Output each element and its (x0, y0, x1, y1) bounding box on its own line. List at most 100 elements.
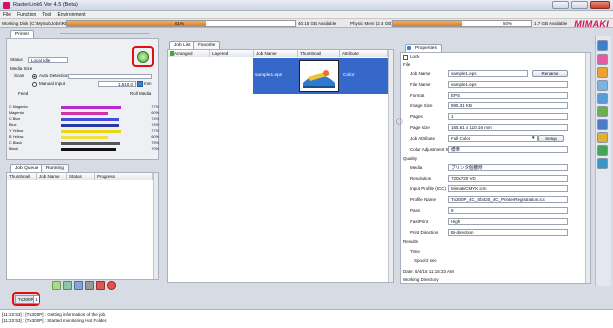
lock-checkbox[interactable] (403, 55, 408, 60)
properties-icon (407, 46, 411, 50)
tab-printer[interactable]: Printer (10, 30, 35, 38)
joblist-scrollbar[interactable] (388, 50, 393, 282)
spool-value: 2 sec (426, 258, 437, 263)
arranged-icon (170, 51, 174, 56)
job-name-field[interactable]: sample1.eps (448, 70, 528, 77)
minimize-button[interactable] (552, 1, 569, 9)
image-tool-icon[interactable] (597, 93, 608, 104)
setup-button[interactable]: Setup (538, 135, 564, 142)
menu-function[interactable]: Function (17, 12, 36, 18)
ink-name: C Blue (9, 117, 21, 121)
print-tool-icon[interactable] (597, 80, 608, 91)
maximize-button[interactable] (571, 1, 588, 9)
rename-button[interactable]: Rename (532, 70, 568, 77)
disk-usage-pct: 61% (175, 21, 185, 26)
pages-label: Pages (410, 114, 423, 119)
input-profile-field: MimakiCMYK.icm (448, 185, 568, 192)
tab-job-queue[interactable]: Job Queue (10, 164, 44, 172)
info-tool-icon[interactable] (597, 158, 608, 169)
queue-scrollbar[interactable] (153, 173, 158, 279)
move-icon[interactable] (74, 281, 83, 290)
ink-pct: 75% (151, 141, 159, 145)
pages-field: 1 (448, 113, 568, 120)
cut-tool-icon[interactable] (597, 145, 608, 156)
spin-icon[interactable] (137, 81, 143, 87)
cancel-icon[interactable] (107, 281, 116, 290)
input-profile-label: Input Profile (ICC) (410, 186, 447, 191)
tab-job-list[interactable]: Job List (169, 41, 196, 49)
printer-tab[interactable]: Tx300P 1 (15, 295, 39, 304)
ink-pct: 77% (151, 105, 159, 109)
delete-icon[interactable] (96, 281, 105, 290)
tile-tool-icon[interactable] (597, 106, 608, 117)
refresh-icon[interactable] (137, 51, 149, 63)
lock-label: Lock (410, 54, 420, 59)
col-arranged[interactable]: Arranged (168, 50, 210, 57)
close-button[interactable] (590, 1, 610, 9)
ink-name: C Black (9, 141, 23, 145)
tab-favorite[interactable]: Favorite (193, 41, 221, 49)
collapse-icon[interactable]: ◯ (396, 118, 403, 125)
disk-available: 40.15 GB Available (298, 21, 337, 26)
pause-icon[interactable] (63, 281, 72, 290)
col-layered[interactable]: Layered (210, 50, 254, 57)
pass-label: Pass (410, 208, 421, 213)
fast-print-field: High (448, 218, 568, 225)
manual-width-input[interactable]: 1,610.0 (98, 81, 136, 87)
layout-tool-icon[interactable] (597, 67, 608, 78)
job-row-attribute: Color (343, 73, 355, 78)
job-thumbnail (299, 60, 339, 92)
menu-tool[interactable]: Tool (42, 12, 51, 18)
panel-divider (60, 33, 150, 35)
nesting-tool-icon[interactable] (597, 119, 608, 130)
col-progress[interactable]: Progress (95, 173, 153, 180)
ink-level-bar (61, 129, 122, 133)
job-queue-panel (6, 172, 159, 280)
col-joblist-thumbnail[interactable]: Thumbnail (298, 50, 340, 57)
media-label: Media (410, 165, 423, 170)
window-title: RasterLink6 Ver 4.5 (Beta) (13, 2, 78, 8)
log-line: [11:22:53] : [Tx300P] : Started monitori… (2, 318, 108, 323)
properties-scrollbar[interactable] (585, 53, 590, 283)
col-attribute[interactable]: Attribute (340, 50, 388, 57)
page-size-label: Page size (410, 125, 430, 130)
printer-tab-badge: 1 (33, 296, 39, 303)
memory-usage-pct: 50% (503, 21, 513, 26)
image-size-label: Image Size (410, 103, 433, 108)
col-joblist-name[interactable]: Job Name (254, 50, 298, 57)
unit-label: mm (144, 81, 152, 86)
ink-row: B Yellow 60% (9, 135, 159, 139)
col-status[interactable]: Status (67, 173, 95, 180)
print-direction-field: Bi-direction (448, 229, 568, 236)
col-thumbnail[interactable]: Thumbnail (7, 173, 37, 180)
ink-row: C Black 75% (9, 141, 159, 145)
color-tool-icon[interactable] (597, 54, 608, 65)
job-attribute-select[interactable]: Full Color (448, 135, 538, 142)
ink-row: C Magenta 77% (9, 105, 159, 109)
col-job-name[interactable]: Job Name (37, 173, 67, 180)
menu-bar: File Function Tool Environment (0, 11, 613, 19)
scan-label: Scan (14, 73, 25, 78)
quality-section: Quality (403, 156, 418, 161)
results-section: Results (403, 239, 419, 244)
format-label: Format (410, 93, 425, 98)
chevron-down-icon[interactable]: ▾ (532, 135, 537, 142)
replace-tool-icon[interactable] (597, 132, 608, 143)
menu-file[interactable]: File (3, 12, 11, 18)
menu-environment[interactable]: Environment (57, 12, 85, 18)
scan-width-slider[interactable] (68, 74, 152, 79)
working-directory-line: Working Directory (403, 277, 439, 282)
stop-icon[interactable] (85, 281, 94, 290)
ink-name: Black (9, 147, 19, 151)
memory-available: 1.7 GB Available (534, 21, 568, 26)
ink-level-bar (61, 123, 119, 127)
auto-detection-radio[interactable] (32, 74, 37, 79)
tab-running[interactable]: Running (41, 164, 69, 172)
thumbnail-image (300, 61, 338, 91)
job-row-selected[interactable]: sample1.eps Color (253, 58, 388, 94)
print-start-icon[interactable] (52, 281, 61, 290)
ink-level-bar (61, 147, 116, 151)
properties-tool-icon[interactable] (597, 40, 608, 51)
time-label: Time (410, 249, 420, 254)
manual-input-radio[interactable] (32, 82, 37, 87)
